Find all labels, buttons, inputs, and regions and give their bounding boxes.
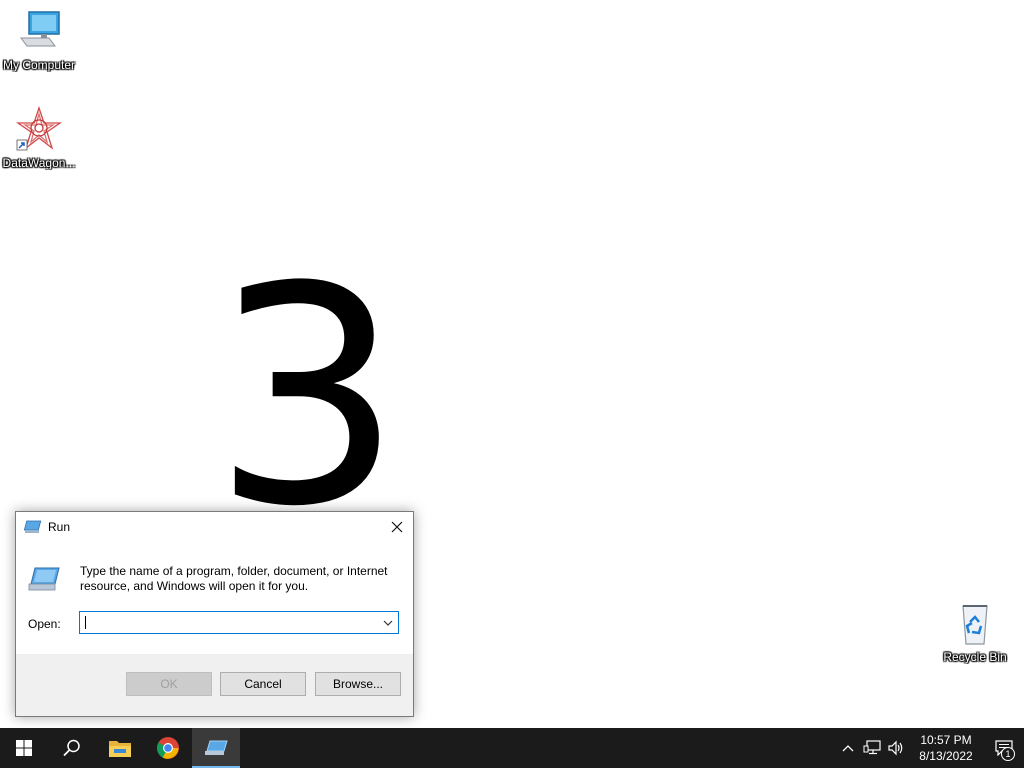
datawagon-icon [15,105,63,154]
chevron-up-icon [842,745,854,752]
open-combobox[interactable] [79,611,399,634]
ok-button[interactable]: OK [126,672,212,696]
file-explorer-icon [109,741,131,757]
run-app-icon [205,740,228,755]
run-dialog-description: Type the name of a program, folder, docu… [80,564,388,593]
recycle-bin-icon [951,600,999,648]
desktop-icon-my-computer[interactable]: My Computer [0,8,78,72]
run-dialog-body: Type the name of a program, folder, docu… [16,542,413,655]
show-hidden-icons-button[interactable] [836,728,860,768]
volume-button[interactable] [884,728,908,768]
taskbar-clock[interactable]: 10:57 PM 8/13/2022 [908,732,984,764]
windows-start-icon [16,740,32,756]
countdown-number: 3 [212,223,403,572]
network-icon [863,740,881,755]
run-app-icon [23,520,42,534]
search-icon [63,739,80,757]
chevron-down-icon [383,620,393,626]
text-caret [85,616,86,629]
run-app-icon [27,564,61,594]
taskbar-chrome[interactable] [144,728,192,768]
network-button[interactable] [860,728,884,768]
chrome-icon [157,737,179,759]
run-dialog-footer: OK Cancel Browse... [16,654,413,716]
taskbar-file-explorer[interactable] [96,728,144,768]
taskbar: 10:57 PM 8/13/2022 1 [0,728,1024,768]
run-dialog-title: Run [48,520,71,534]
desktop-icon-label: DataWagon... [2,156,76,170]
open-label: Open: [28,617,61,631]
cancel-button[interactable]: Cancel [220,672,306,696]
close-icon [391,521,403,533]
start-button[interactable] [0,728,48,768]
desktop-icon-recycle-bin[interactable]: Recycle Bin [936,600,1014,664]
search-button[interactable] [48,728,96,768]
run-dialog-titlebar[interactable]: Run [16,512,413,542]
dropdown-button[interactable] [378,612,398,633]
desktop: My Computer DataWagon... Recycle Bin 3 R… [0,0,1024,728]
clock-date: 8/13/2022 [919,749,973,763]
desktop-icon-label: My Computer [2,58,76,72]
desktop-icon-datawagon[interactable]: DataWagon... [0,105,78,170]
computer-icon [15,8,63,56]
close-button[interactable] [381,512,413,542]
taskbar-run[interactable] [192,728,240,768]
browse-button[interactable]: Browse... [315,672,401,696]
speaker-icon [888,740,903,756]
system-tray: 10:57 PM 8/13/2022 1 [836,728,1024,768]
run-dialog: Run Type the name of a program, folder, … [15,511,414,717]
action-center-button[interactable]: 1 [984,728,1024,768]
desktop-icon-label: Recycle Bin [943,650,1007,664]
clock-time: 10:57 PM [920,733,972,747]
notification-count-badge: 1 [1001,747,1015,761]
